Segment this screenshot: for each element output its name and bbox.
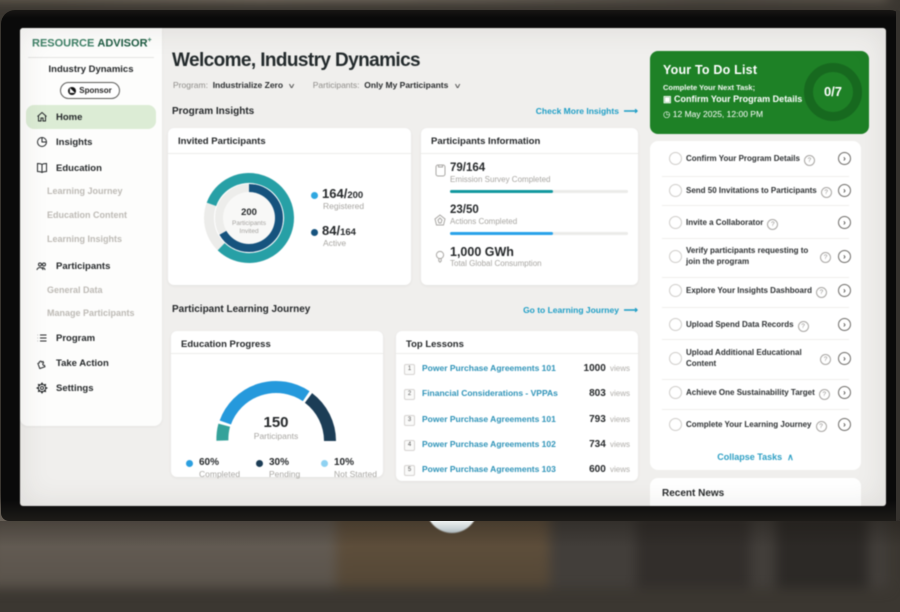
svg-text:200: 200	[241, 207, 257, 218]
svg-text:Invited: Invited	[239, 228, 259, 235]
svg-text:Participants: Participants	[232, 220, 267, 227]
